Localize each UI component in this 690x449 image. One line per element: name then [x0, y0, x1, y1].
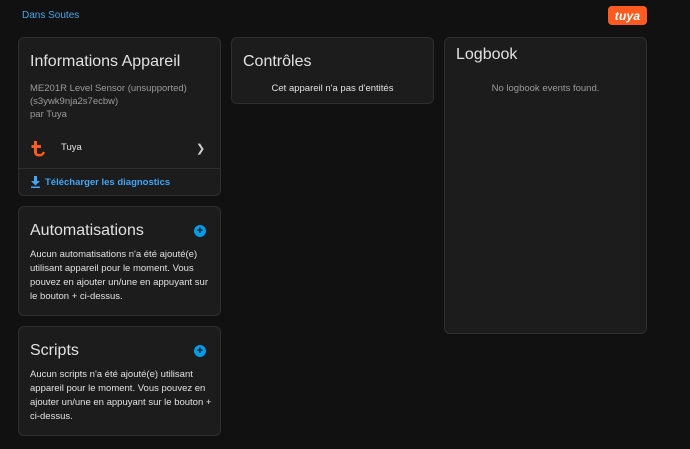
automations-empty-text: Aucun automatisations n'a été ajouté(e) …: [30, 249, 208, 302]
integration-label: Tuya: [61, 142, 82, 153]
add-script-button[interactable]: +: [194, 345, 206, 357]
automations-card: Automatisations + Aucun automatisations …: [18, 206, 221, 316]
device-info-card: Informations Appareil ME201R Level Senso…: [18, 37, 221, 196]
device-manufacturer: par Tuya: [30, 109, 67, 120]
device-meta: ME201R Level Sensor (unsupported) (s3ywk…: [30, 82, 210, 121]
tuya-icon: [31, 141, 45, 157]
download-diagnostics-label: Télécharger les diagnostics: [45, 176, 171, 188]
controls-card: Contrôles Cet appareil n'a pas d'entités: [231, 37, 434, 104]
device-info-title: Informations Appareil: [30, 53, 181, 70]
logbook-title: Logbook: [456, 46, 518, 63]
scripts-card: Scripts + Aucun scripts n'a été ajouté(e…: [18, 326, 221, 436]
integration-link-tuya[interactable]: Tuya ❯: [19, 133, 220, 163]
automations-title: Automatisations: [30, 222, 144, 239]
download-icon: [31, 176, 40, 188]
card-divider: [19, 168, 220, 169]
scripts-title: Scripts: [30, 342, 79, 359]
add-automation-button[interactable]: +: [194, 225, 206, 237]
tuya-logo: tuya: [608, 6, 647, 25]
device-id: (s3ywk9nja2s7ecbw): [30, 96, 119, 107]
download-diagnostics-button[interactable]: Télécharger les diagnostics: [30, 175, 170, 189]
breadcrumb[interactable]: Dans Soutes: [22, 10, 79, 21]
controls-empty-text: Cet appareil n'a pas d'entités: [271, 83, 394, 94]
chevron-right-icon: ❯: [196, 143, 206, 155]
logbook-empty-text: No logbook events found.: [491, 83, 600, 94]
controls-title: Contrôles: [243, 53, 312, 70]
scripts-empty-text: Aucun scripts n'a été ajouté(e) utilisan…: [30, 369, 212, 422]
device-model: ME201R Level Sensor (unsupported): [30, 83, 187, 94]
logbook-card: Logbook No logbook events found.: [444, 37, 647, 334]
